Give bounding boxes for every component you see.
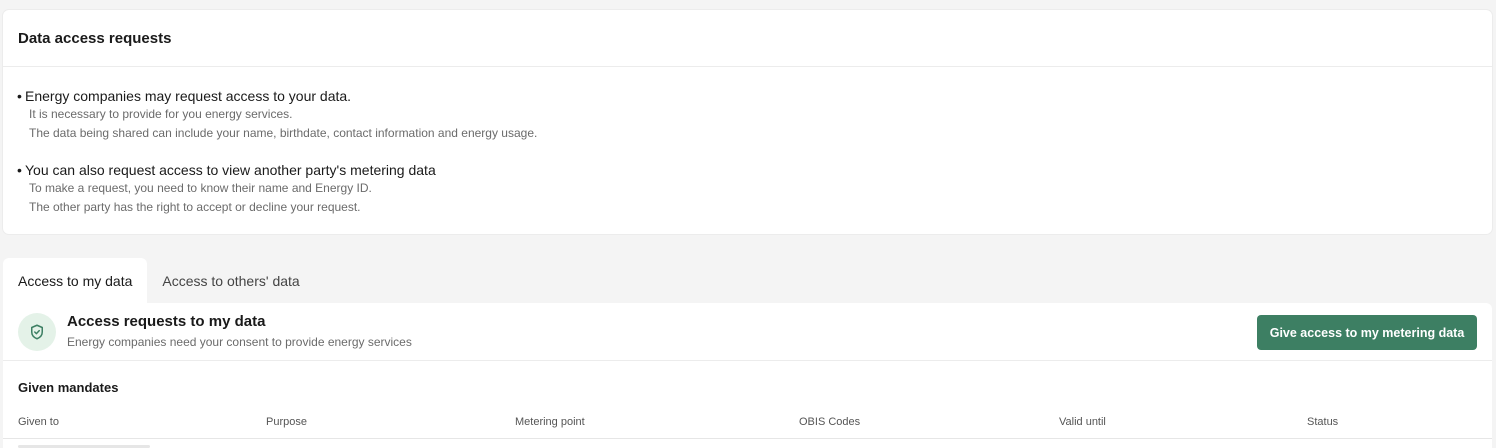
bullet-subtext: It is necessary to provide for you energ… <box>29 107 293 121</box>
info-bullet: • You can also request access to view an… <box>17 161 1492 217</box>
shield-check-icon <box>18 312 56 351</box>
bullet-text: You can also request access to view anot… <box>25 162 436 178</box>
tab-bar: Access to my data Access to others' data <box>3 258 315 303</box>
info-body: • Energy companies may request access to… <box>3 67 1492 217</box>
column-header-obis-codes[interactable]: OBIS Codes <box>799 416 1059 428</box>
mandates-table-header: Given to Purpose Metering point OBIS Cod… <box>3 406 1492 439</box>
bullet-subtext: The data being shared can include your n… <box>29 126 538 140</box>
column-header-metering-point[interactable]: Metering point <box>515 416 799 428</box>
tab-panel: Access requests to my data Energy compan… <box>3 303 1492 448</box>
info-card: Data access requests • Energy companies … <box>3 10 1492 234</box>
column-header-valid-until[interactable]: Valid until <box>1059 416 1307 428</box>
give-access-button[interactable]: Give access to my metering data <box>1257 315 1477 350</box>
panel-subtitle: Energy companies need your consent to pr… <box>67 335 412 349</box>
panel-title: Access requests to my data <box>67 313 266 330</box>
column-header-purpose[interactable]: Purpose <box>266 416 515 428</box>
panel-header: Access requests to my data Energy compan… <box>3 303 1492 361</box>
page-title: Data access requests <box>18 29 172 47</box>
column-header-status[interactable]: Status <box>1307 416 1407 428</box>
given-mandates-title: Given mandates <box>18 380 119 395</box>
tab-access-to-my-data[interactable]: Access to my data <box>3 258 148 303</box>
column-header-given-to[interactable]: Given to <box>18 416 266 428</box>
info-bullet: • Energy companies may request access to… <box>17 87 1492 143</box>
bullet-dot: • <box>17 162 22 178</box>
bullet-text: Energy companies may request access to y… <box>25 88 352 104</box>
bullet-subtext: To make a request, you need to know thei… <box>29 181 372 195</box>
bullet-subtext: The other party has the right to accept … <box>29 200 361 214</box>
tab-access-to-others-data[interactable]: Access to others' data <box>147 258 314 303</box>
info-header: Data access requests <box>3 10 1492 67</box>
bullet-dot: • <box>17 88 22 104</box>
